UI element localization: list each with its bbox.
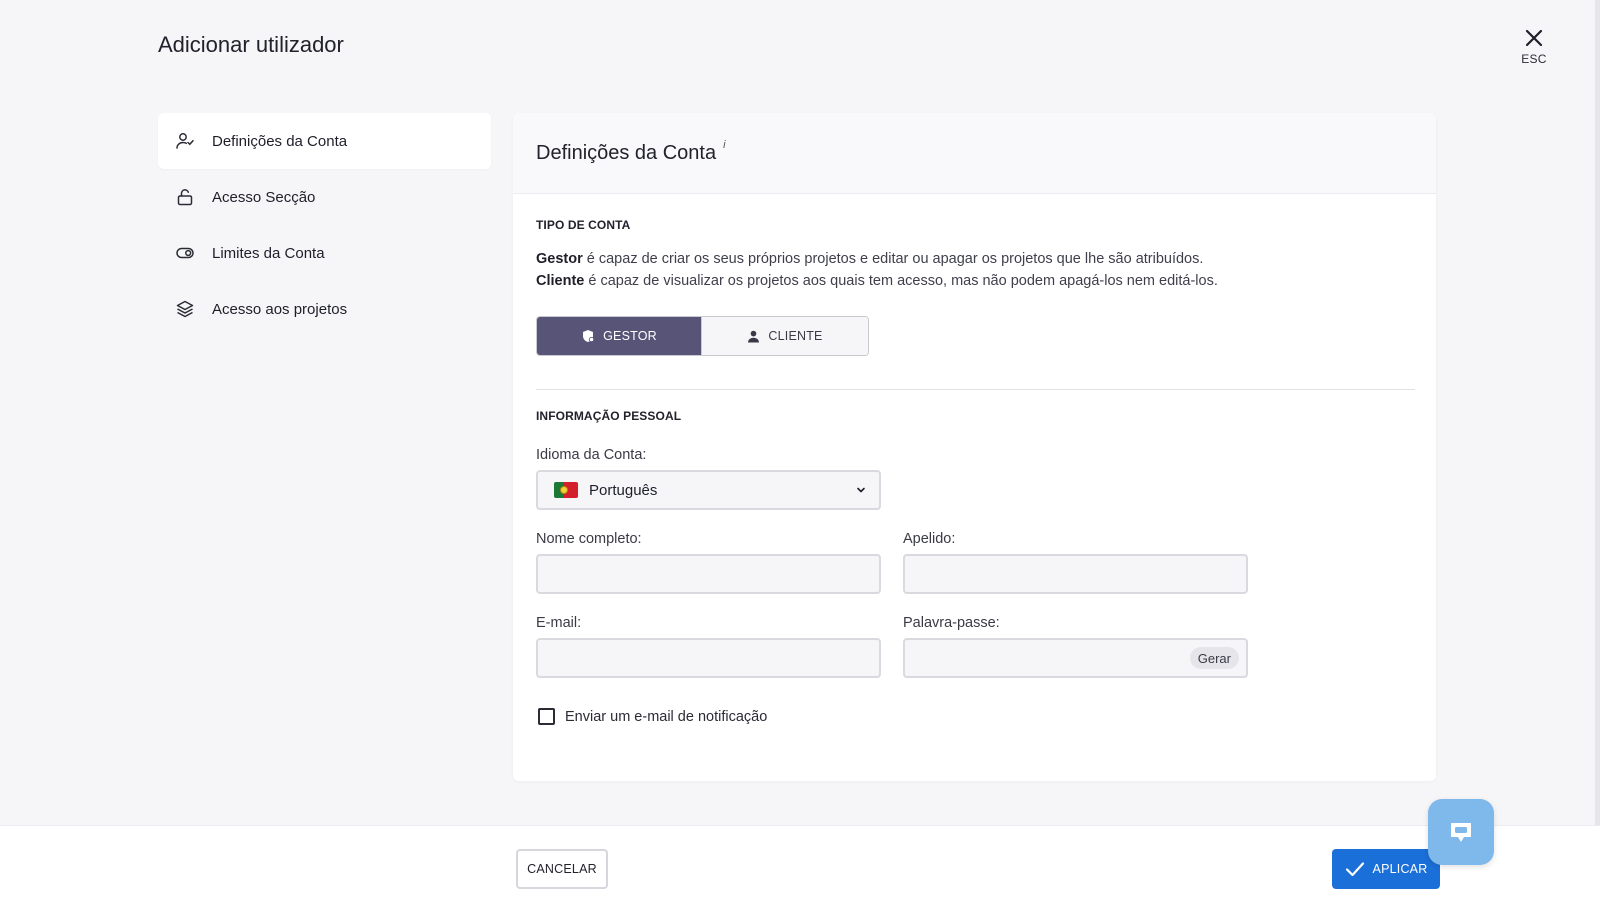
sidebar: Definições da Conta Acesso Secção Limite… — [158, 113, 491, 337]
close-icon — [1525, 29, 1543, 47]
person-icon — [748, 330, 760, 342]
language-select[interactable]: Português — [536, 470, 881, 510]
card-header: Definições da Conta i — [513, 113, 1436, 194]
notify-email-checkbox[interactable] — [538, 708, 555, 725]
apply-label: APLICAR — [1372, 862, 1428, 876]
personal-info-heading: INFORMAÇÃO PESSOAL — [536, 409, 682, 423]
apply-button[interactable]: APLICAR — [1332, 849, 1440, 889]
password-label: Palavra-passe: — [903, 615, 1000, 631]
generate-password-button[interactable]: Gerar — [1189, 647, 1239, 669]
check-icon — [1345, 862, 1364, 877]
chat-icon — [1451, 823, 1471, 842]
manager-description: é capaz de criar os seus próprios projet… — [582, 251, 1204, 267]
account-type-client-button[interactable]: CLIENTE — [701, 317, 868, 355]
esc-hint: ESC — [1521, 52, 1547, 66]
language-label: Idioma da Conta: — [536, 447, 647, 463]
footer-bar: CANCELAR APLICAR — [0, 825, 1600, 910]
cancel-button[interactable]: CANCELAR — [516, 849, 608, 889]
layers-icon — [174, 298, 196, 320]
info-icon[interactable]: i — [723, 139, 725, 151]
sidebar-item-label: Limites da Conta — [212, 244, 325, 262]
sidebar-item-label: Acesso aos projetos — [212, 300, 348, 318]
sidebar-item-label: Acesso Secção — [212, 188, 316, 206]
client-term: Cliente — [536, 273, 585, 289]
client-description: é capaz de visualizar os projetos aos qu… — [584, 273, 1218, 289]
email-input[interactable] — [536, 638, 881, 678]
chevron-down-icon — [857, 487, 865, 493]
language-value: Português — [589, 481, 658, 499]
toggle-icon — [174, 242, 196, 264]
chat-button[interactable] — [1428, 799, 1494, 865]
manager-term: Gestor — [536, 251, 583, 267]
account-settings-card: Definições da Conta i TIPO DE CONTA Gest… — [513, 113, 1436, 781]
surname-input[interactable] — [903, 554, 1248, 594]
client-label: CLIENTE — [768, 329, 823, 343]
account-type-toggle: GESTOR CLIENTE — [536, 316, 869, 356]
sidebar-item-section-access[interactable]: Acesso Secção — [158, 169, 491, 225]
full-name-input[interactable] — [536, 554, 881, 594]
scrollbar[interactable] — [1595, 0, 1600, 825]
notify-email-label: Enviar um e-mail de notificação — [565, 708, 768, 725]
lock-open-icon — [174, 186, 196, 208]
account-type-heading: TIPO DE CONTA — [536, 218, 631, 232]
close-button[interactable]: ESC — [1514, 28, 1554, 66]
password-input[interactable]: Gerar — [903, 638, 1248, 678]
section-divider — [536, 389, 1415, 390]
notify-email-option[interactable]: Enviar um e-mail de notificação — [538, 708, 767, 725]
sidebar-item-account-settings[interactable]: Definições da Conta — [158, 113, 491, 169]
email-label: E-mail: — [536, 615, 582, 631]
sidebar-item-account-limits[interactable]: Limites da Conta — [158, 225, 491, 281]
account-type-description: Gestor é capaz de criar os seus próprios… — [536, 248, 1218, 292]
shield-user-icon — [583, 330, 595, 343]
user-check-icon — [174, 130, 196, 152]
account-type-manager-button[interactable]: GESTOR — [537, 317, 701, 355]
full-name-label: Nome completo: — [536, 531, 642, 547]
sidebar-item-label: Definições da Conta — [212, 132, 348, 150]
page-title: Adicionar utilizador — [158, 32, 344, 57]
portugal-flag-icon — [554, 482, 578, 498]
card-title: Definições da Conta — [536, 141, 717, 164]
surname-label: Apelido: — [903, 531, 956, 547]
sidebar-item-project-access[interactable]: Acesso aos projetos — [158, 281, 491, 337]
manager-label: GESTOR — [603, 329, 657, 343]
